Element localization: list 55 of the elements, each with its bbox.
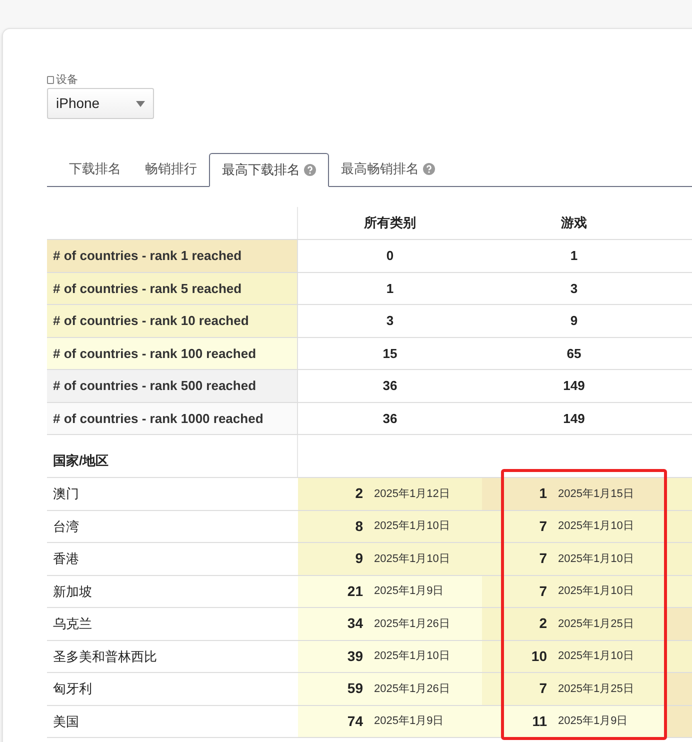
rank-cell: 39 2025年1月10日 bbox=[298, 640, 482, 672]
country-name: 新加坡 bbox=[53, 582, 92, 600]
table-cell-text: 36 bbox=[382, 377, 398, 395]
help-icon[interactable] bbox=[423, 163, 435, 175]
country-name: 圣多美和普林西比 bbox=[53, 648, 157, 666]
row-label: # of countries - rank 1 reached bbox=[47, 240, 298, 272]
tab[interactable]: 最高下载排名 bbox=[209, 153, 329, 187]
table-cell-text: 1 bbox=[570, 247, 578, 265]
rank-cell: 9 2025年1月10日 bbox=[298, 543, 482, 574]
country-name: 乌克兰 bbox=[53, 615, 92, 633]
field-label: 设备 bbox=[56, 72, 78, 88]
device-select[interactable]: iPhone bbox=[47, 88, 154, 119]
rank-cell: 2 2025年1月12日 bbox=[298, 478, 482, 510]
help-icon[interactable] bbox=[304, 164, 316, 176]
rank-cell: 1 2025年1月15日 bbox=[482, 478, 666, 510]
caret-icon bbox=[136, 100, 145, 106]
rank-cell: 11 2025年1月9日 bbox=[482, 706, 666, 737]
tab[interactable]: 最高畅销排名 bbox=[329, 152, 447, 186]
checkbox-icon bbox=[47, 76, 54, 84]
rank-cell: 7 2025年1月25日 bbox=[482, 673, 666, 704]
row-label: # of countries - rank 500 reached bbox=[47, 370, 298, 402]
rank-cell: 7 2025年1月10日 bbox=[482, 543, 666, 574]
rank-cell: 59 2025年1月26日 bbox=[298, 673, 482, 704]
row-label: # of countries - rank 1000 reached bbox=[47, 402, 298, 434]
country-name: 匈牙利 bbox=[53, 680, 92, 698]
rank-cell: 21 2025年1月9日 bbox=[298, 576, 482, 607]
rank-cell: 2 2025年1月25日 bbox=[482, 608, 666, 640]
table-cell-text: 149 bbox=[563, 410, 585, 428]
table-cell-text: 36 bbox=[382, 410, 398, 428]
rank-cell: 34 2025年1月26日 bbox=[298, 608, 482, 640]
rank-cell: 7 2025年1月10日 bbox=[482, 510, 666, 542]
table-cell-text: 0 bbox=[386, 247, 394, 265]
rank-cell: 10 2025年1月10日 bbox=[482, 640, 666, 672]
country-name: 美国 bbox=[53, 712, 79, 730]
table-cell-text: 3 bbox=[570, 280, 578, 298]
column-header: 所有类别 bbox=[364, 214, 416, 232]
column-header: 国家/地区 bbox=[53, 452, 109, 470]
rank-cell: 8 2025年1月10日 bbox=[298, 510, 482, 542]
row-label: # of countries - rank 10 reached bbox=[47, 305, 298, 336]
table-cell-text: 149 bbox=[563, 377, 585, 395]
country-name: 台湾 bbox=[53, 518, 79, 536]
row-label: # of countries - rank 100 reached bbox=[47, 338, 298, 369]
tab[interactable]: 畅销排行 bbox=[133, 152, 209, 186]
table-cell-text: 3 bbox=[386, 312, 394, 330]
tab[interactable]: 下载排名 bbox=[57, 152, 133, 186]
country-name: 澳门 bbox=[53, 485, 79, 503]
rank-cell: 7 2025年1月10日 bbox=[482, 576, 666, 607]
country-name: 香港 bbox=[53, 550, 79, 568]
rank-cell: 74 2025年1月9日 bbox=[298, 706, 482, 737]
row-label: # of countries - rank 5 reached bbox=[47, 272, 298, 304]
column-header: 游戏 bbox=[561, 214, 587, 232]
table-cell-text: 65 bbox=[566, 344, 582, 362]
table-cell-text: 1 bbox=[386, 280, 394, 298]
table-cell-text: 9 bbox=[570, 312, 578, 330]
table-cell-text: 15 bbox=[382, 344, 398, 362]
